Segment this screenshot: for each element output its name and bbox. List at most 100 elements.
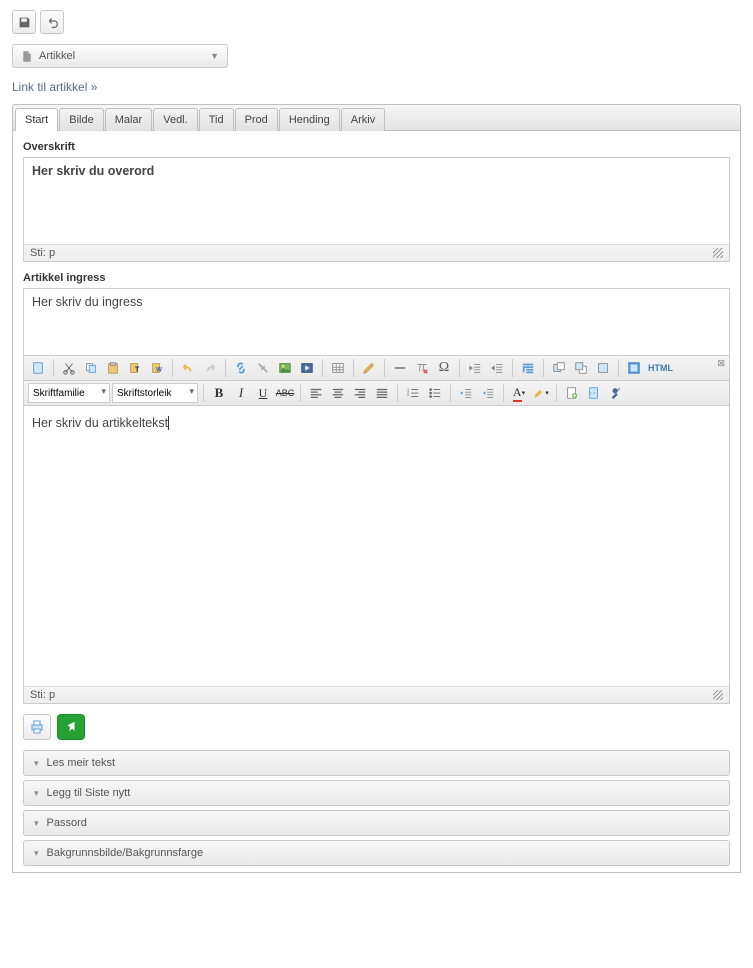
accordion-bakgrunn[interactable]: ▾ Bakgrunnsbilde/Bakgrunnsfarge — [23, 840, 730, 866]
align-center-icon[interactable] — [328, 383, 348, 403]
edit-icon[interactable] — [359, 358, 379, 378]
layer-front-icon[interactable] — [571, 358, 591, 378]
ingress-editor: Her skriv du ingress — [23, 288, 730, 355]
body-path: Sti: p — [30, 689, 55, 701]
overskrift-label: Overskrift — [23, 141, 730, 153]
insert-template-icon[interactable] — [562, 383, 582, 403]
toolbar-close-icon[interactable]: ⊠ — [717, 358, 725, 369]
paste-word-icon[interactable]: W — [147, 358, 167, 378]
table-icon[interactable] — [328, 358, 348, 378]
indent-icon[interactable] — [487, 358, 507, 378]
tab-hending[interactable]: Hending — [279, 108, 340, 131]
text-cursor — [168, 416, 169, 430]
accordion-passord[interactable]: ▾ Passord — [23, 810, 730, 836]
link-icon[interactable] — [231, 358, 251, 378]
top-toolbar — [0, 0, 753, 44]
underline-button[interactable]: U — [253, 383, 273, 403]
content-type-select[interactable]: Artikkel ▼ — [12, 44, 228, 68]
article-link[interactable]: Link til artikkel » — [12, 80, 97, 94]
accordion-label: Passord — [47, 817, 87, 829]
share-button[interactable] — [57, 714, 85, 740]
bold-button[interactable]: B — [209, 383, 229, 403]
tab-strip: Start Bilde Malar Vedl. Tid Prod Hending… — [12, 104, 741, 131]
tab-arkiv[interactable]: Arkiv — [341, 108, 385, 131]
italic-button[interactable]: I — [231, 383, 251, 403]
body-input[interactable]: Her skriv du artikkeltekst — [24, 406, 729, 686]
unlink-icon[interactable] — [253, 358, 273, 378]
fullscreen-icon[interactable] — [624, 358, 644, 378]
tab-bilde[interactable]: Bilde — [59, 108, 103, 131]
tab-prod[interactable]: Prod — [235, 108, 278, 131]
chevron-down-icon: ▾ — [34, 848, 39, 859]
html-button[interactable]: HTML — [646, 358, 675, 378]
undo-button[interactable] — [40, 10, 64, 34]
undo-icon[interactable] — [178, 358, 198, 378]
copy-icon[interactable] — [81, 358, 101, 378]
tab-body-start: Overskrift Her skriv du overord Sti: p A… — [12, 131, 741, 873]
align-justify-icon[interactable] — [372, 383, 392, 403]
svg-text:T: T — [135, 367, 140, 374]
ingress-label: Artikkel ingress — [23, 272, 730, 284]
strike-button[interactable]: ABC — [275, 383, 295, 403]
ingress-input[interactable]: Her skriv du ingress — [24, 289, 729, 355]
body-editor: Her skriv du artikkeltekst Sti: p — [23, 406, 730, 704]
content-type-label: Artikkel — [39, 50, 75, 62]
print-button[interactable] — [23, 714, 51, 740]
rte-toolbar-row-1: T W Ω — [23, 355, 730, 380]
redo-icon[interactable] — [200, 358, 220, 378]
rte-toolbar-row-2: Skriftfamilie Skriftstorleik B I U ABC 1… — [23, 380, 730, 406]
hr-icon[interactable] — [390, 358, 410, 378]
tab-start[interactable]: Start — [15, 108, 58, 131]
outdent2-icon[interactable] — [456, 383, 476, 403]
layer-back-icon[interactable] — [549, 358, 569, 378]
cut-icon[interactable] — [59, 358, 79, 378]
image-icon[interactable] — [275, 358, 295, 378]
tab-tid[interactable]: Tid — [199, 108, 234, 131]
action-row — [23, 704, 730, 750]
chevron-down-icon: ▾ — [34, 818, 39, 829]
document-icon — [21, 50, 33, 63]
new-doc-icon[interactable] — [28, 358, 48, 378]
accordion-label: Les meir tekst — [47, 757, 115, 769]
chevron-down-icon: ▾ — [34, 758, 39, 769]
accordion-les-meir[interactable]: ▾ Les meir tekst — [23, 750, 730, 776]
indent2-icon[interactable] — [478, 383, 498, 403]
layer-abs-icon[interactable] — [593, 358, 613, 378]
font-family-select[interactable]: Skriftfamilie — [28, 383, 110, 403]
ordered-list-icon[interactable]: 12 — [403, 383, 423, 403]
blockquote-icon[interactable] — [518, 358, 538, 378]
body-status: Sti: p — [24, 686, 729, 703]
paste-icon[interactable] — [103, 358, 123, 378]
save-button[interactable] — [12, 10, 36, 34]
paste-text-icon[interactable]: T — [125, 358, 145, 378]
tab-vedl[interactable]: Vedl. — [153, 108, 197, 131]
align-right-icon[interactable] — [350, 383, 370, 403]
resize-grip[interactable] — [713, 690, 723, 700]
align-left-icon[interactable] — [306, 383, 326, 403]
remove-format-icon[interactable] — [412, 358, 432, 378]
tabs-container: Start Bilde Malar Vedl. Tid Prod Hending… — [12, 104, 741, 873]
bg-color-button[interactable]: ▾ — [531, 383, 551, 403]
special-char-icon[interactable]: Ω — [434, 358, 454, 378]
accordion-siste-nytt[interactable]: ▾ Legg til Siste nytt — [23, 780, 730, 806]
chevron-down-icon: ▾ — [34, 788, 39, 799]
unordered-list-icon[interactable] — [425, 383, 445, 403]
font-size-select[interactable]: Skriftstorleik — [112, 383, 198, 403]
resize-grip[interactable] — [713, 248, 723, 258]
text-color-button[interactable]: A▾ — [509, 383, 529, 403]
svg-text:W: W — [156, 367, 162, 374]
svg-text:2: 2 — [407, 392, 410, 397]
accordion-label: Legg til Siste nytt — [47, 787, 131, 799]
accordion-label: Bakgrunnsbilde/Bakgrunnsfarge — [47, 847, 204, 859]
overskrift-path: Sti: p — [30, 247, 55, 259]
page-break-icon[interactable] — [584, 383, 604, 403]
tools-icon[interactable] — [606, 383, 626, 403]
tab-malar[interactable]: Malar — [105, 108, 153, 131]
overskrift-editor: Her skriv du overord Sti: p — [23, 157, 730, 262]
media-icon[interactable] — [297, 358, 317, 378]
chevron-down-icon: ▼ — [210, 51, 219, 61]
overskrift-input[interactable]: Her skriv du overord — [24, 158, 729, 244]
article-link-row: Link til artikkel » — [0, 80, 753, 104]
outdent-icon[interactable] — [465, 358, 485, 378]
overskrift-status: Sti: p — [24, 244, 729, 261]
